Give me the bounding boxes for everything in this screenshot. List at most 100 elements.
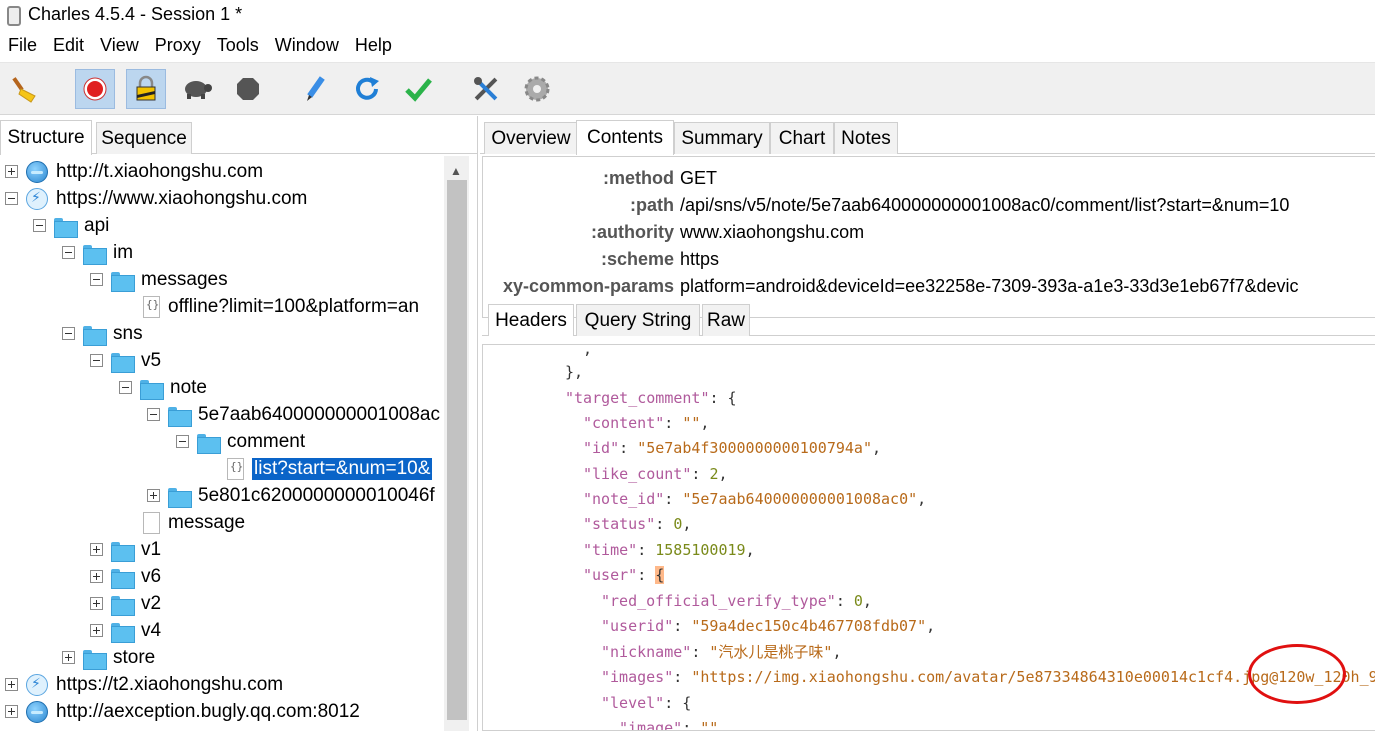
scrollbar-thumb[interactable] <box>447 180 467 720</box>
check-icon[interactable] <box>398 69 438 109</box>
json-line: "id": "5e7ab4f3000000000100794a", <box>583 439 882 457</box>
tree-node[interactable]: store <box>62 644 155 671</box>
menu-help[interactable]: Help <box>347 35 400 56</box>
folder-icon <box>83 242 107 265</box>
collapse-icon[interactable] <box>5 192 18 205</box>
left-tab-strip: Structure Sequence <box>0 116 478 155</box>
folder-icon <box>111 620 135 643</box>
expand-icon[interactable] <box>5 705 18 718</box>
tree-node[interactable]: http://t.xiaohongshu.com <box>5 158 263 185</box>
tree-node[interactable]: v1 <box>90 536 161 563</box>
folder-icon <box>168 485 192 508</box>
gear-icon[interactable] <box>517 69 557 109</box>
expand-icon[interactable] <box>62 651 75 664</box>
window-title: Charles 4.5.4 - Session 1 * <box>28 3 243 24</box>
expand-icon[interactable] <box>147 489 160 502</box>
collapse-icon[interactable] <box>62 246 75 259</box>
collapse-icon[interactable] <box>119 381 132 394</box>
header-row[interactable]: xy-common-params platform=android&deviceI… <box>483 273 1375 300</box>
json-response-viewer[interactable]: , }, "target_comment": { "content": "", … <box>482 344 1375 731</box>
json-line: "level": { <box>601 694 692 712</box>
json-line: "status": 0, <box>583 515 692 533</box>
json-line: "image": "" <box>619 719 719 731</box>
tree-node[interactable]: 5e801c6200000000010046f <box>147 482 435 509</box>
tools-icon[interactable] <box>466 69 506 109</box>
menu-file[interactable]: File <box>0 35 45 56</box>
tree-node[interactable]: comment <box>176 428 305 455</box>
collapse-icon[interactable] <box>33 219 46 232</box>
tab-structure[interactable]: Structure <box>0 120 92 155</box>
secure-host-icon <box>26 187 48 210</box>
tab-query-string[interactable]: Query String <box>576 304 700 336</box>
tree-node[interactable]: offline?limit=100&platform=an <box>120 293 419 320</box>
structure-panel: Structure Sequence http://t.xiaohongshu.… <box>0 116 478 731</box>
tree-node[interactable]: api <box>33 212 109 239</box>
tree-node[interactable]: https://www.xiaohongshu.com <box>5 185 307 212</box>
tree-node[interactable]: v5 <box>90 347 161 374</box>
tree-node[interactable]: v4 <box>90 617 161 644</box>
expand-icon[interactable] <box>90 597 103 610</box>
refresh-icon[interactable] <box>347 69 387 109</box>
expand-icon[interactable] <box>90 543 103 556</box>
ssl-lock-icon[interactable] <box>126 69 166 109</box>
menu-edit[interactable]: Edit <box>45 35 92 56</box>
tab-chart[interactable]: Chart <box>770 122 834 154</box>
globe-icon <box>26 700 48 723</box>
header-row[interactable]: :method GET <box>483 165 1375 192</box>
stop-icon[interactable] <box>228 69 268 109</box>
tab-summary[interactable]: Summary <box>674 122 770 154</box>
expand-icon[interactable] <box>90 624 103 637</box>
header-row[interactable]: :path/api/sns/v5/note/5e7aab640000000001… <box>483 192 1375 219</box>
tree-node[interactable]: messages <box>90 266 228 293</box>
folder-icon <box>111 593 135 616</box>
tree-node-selected[interactable]: list?start=&num=10& <box>204 455 433 482</box>
broom-icon[interactable] <box>6 69 46 109</box>
tree-node[interactable]: 5e7aab640000000001008ac <box>147 401 440 428</box>
header-row[interactable]: :scheme https <box>483 246 1375 273</box>
tab-overview[interactable]: Overview <box>484 122 578 154</box>
json-line: }, <box>565 363 584 381</box>
pen-icon[interactable] <box>296 69 336 109</box>
tab-sequence[interactable]: Sequence <box>96 122 192 154</box>
tree-node[interactable]: v6 <box>90 563 161 590</box>
scroll-up-icon[interactable]: ▲ <box>450 164 462 178</box>
record-icon[interactable] <box>75 69 115 109</box>
tree-node[interactable]: note <box>119 374 207 401</box>
tree-node[interactable]: v2 <box>90 590 161 617</box>
json-line: "time": 1585100019, <box>583 541 755 559</box>
folder-icon <box>111 539 135 562</box>
turtle-icon[interactable] <box>177 69 217 109</box>
tree-node[interactable]: message <box>120 509 245 536</box>
expand-icon[interactable] <box>5 678 18 691</box>
tab-raw[interactable]: Raw <box>702 304 750 336</box>
folder-icon <box>54 215 78 238</box>
collapse-icon[interactable] <box>90 354 103 367</box>
collapse-icon[interactable] <box>90 273 103 286</box>
json-line: "nickname": "汽水儿是桃子味", <box>601 643 842 661</box>
header-row[interactable]: :authority www.xiaohongshu.com <box>483 219 1375 246</box>
red-highlight-circle <box>1248 644 1346 704</box>
menu-tools[interactable]: Tools <box>209 35 267 56</box>
menu-view[interactable]: View <box>92 35 147 56</box>
expand-icon[interactable] <box>5 165 18 178</box>
json-line: "note_id": "5e7aab640000000001008ac0", <box>583 490 927 508</box>
collapse-icon[interactable] <box>147 408 160 421</box>
collapse-icon[interactable] <box>62 327 75 340</box>
tree-node[interactable]: sns <box>62 320 143 347</box>
json-line: "target_comment": { <box>565 389 737 407</box>
tab-notes[interactable]: Notes <box>834 122 898 154</box>
collapse-icon[interactable] <box>176 435 189 448</box>
menu-window[interactable]: Window <box>267 35 347 56</box>
tree-node[interactable]: http://aexception.bugly.qq.com:8012 <box>5 698 360 725</box>
tree-node[interactable]: im <box>62 239 133 266</box>
tab-headers[interactable]: Headers <box>488 304 574 336</box>
globe-icon <box>26 160 48 183</box>
toolbar <box>0 63 1375 115</box>
menu-proxy[interactable]: Proxy <box>147 35 209 56</box>
tree-node[interactable]: https://t2.xiaohongshu.com <box>5 671 283 698</box>
tree-scrollbar[interactable]: ▲ <box>444 156 469 731</box>
tab-contents[interactable]: Contents <box>576 120 674 155</box>
expand-icon[interactable] <box>90 570 103 583</box>
